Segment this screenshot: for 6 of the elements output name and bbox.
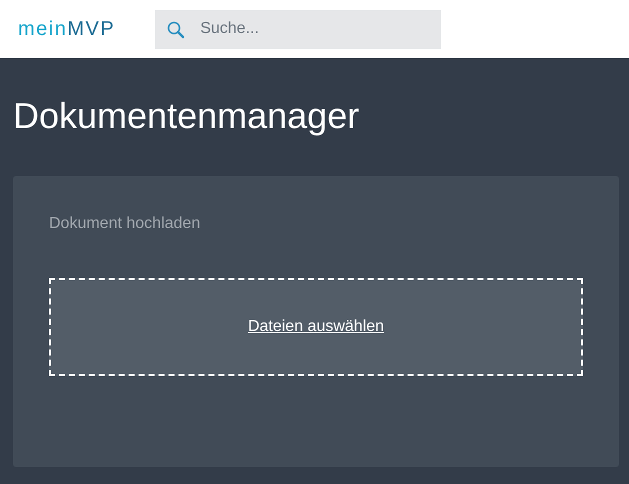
drop-zone[interactable]: Dateien auswählen [49, 278, 583, 376]
choose-files-link[interactable]: Dateien auswählen [248, 314, 384, 339]
page-title: Dokumentenmanager [13, 96, 360, 136]
search-field[interactable]: Suche... [155, 10, 442, 48]
logo[interactable]: meinMVP [18, 19, 116, 39]
upload-label: Dokument hochladen [49, 214, 202, 234]
